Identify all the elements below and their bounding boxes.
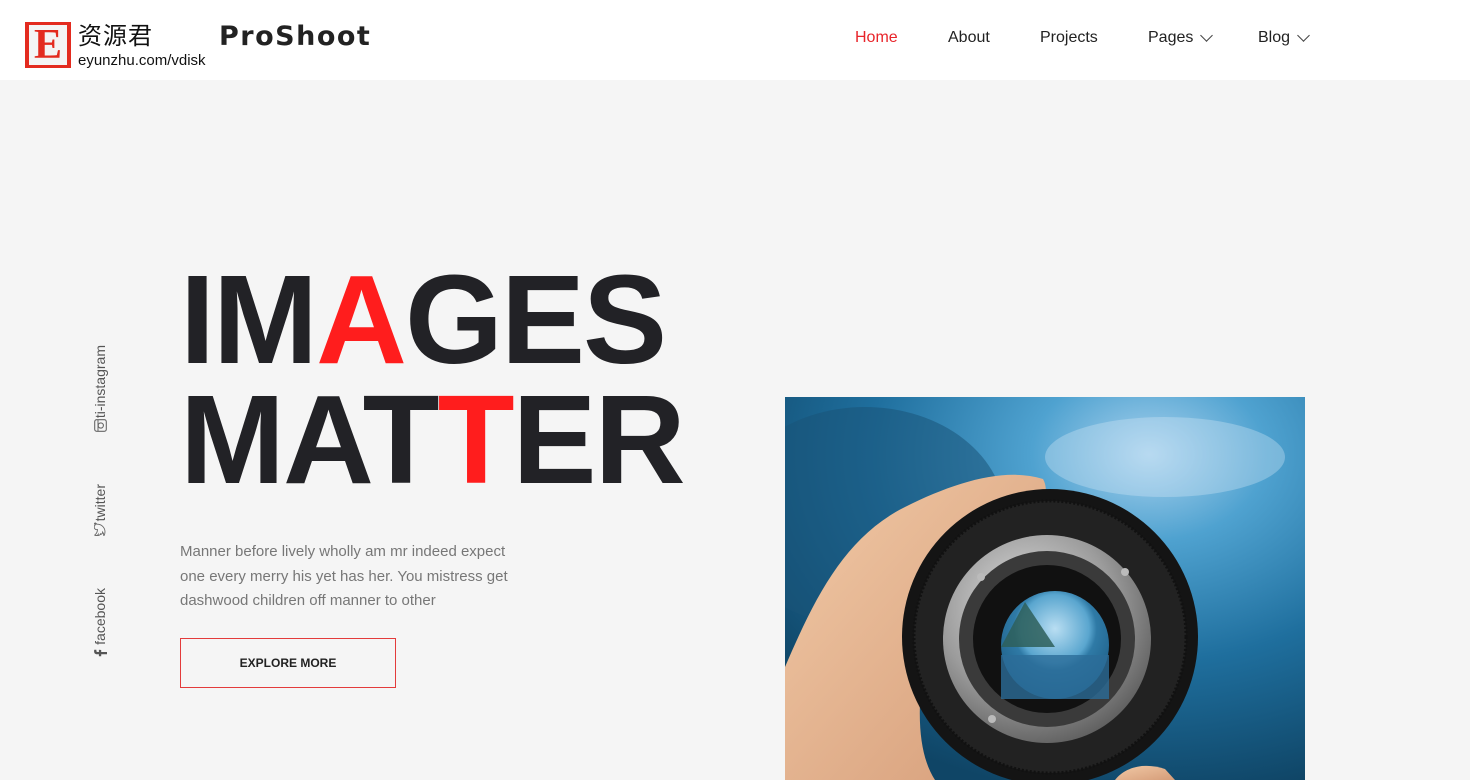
logo-letter: E	[29, 24, 67, 66]
chevron-down-icon	[1297, 28, 1310, 42]
nav-home[interactable]: Home	[855, 27, 898, 49]
hero-description: Manner before lively wholly am mr indeed…	[180, 543, 508, 609]
headline-accent-letter: T	[437, 369, 515, 510]
headline-line-2: MATTER	[180, 377, 686, 503]
nav-home-label: Home	[855, 29, 898, 46]
nav-pages[interactable]: Pages	[1148, 27, 1214, 49]
logo-chinese-text: 资源君	[78, 22, 153, 50]
chevron-down-icon	[1200, 28, 1214, 42]
social-instagram-label: ti-instagram	[92, 345, 108, 419]
social-facebook[interactable]: facebook	[88, 588, 112, 667]
social-facebook-label: facebook	[92, 588, 108, 645]
social-instagram[interactable]: ti-instagram	[88, 345, 112, 440]
nav-projects-label: Projects	[1040, 29, 1098, 46]
nav-pages-label: Pages	[1148, 29, 1194, 46]
nav-projects[interactable]: Projects	[1040, 27, 1098, 49]
headline-text: MAT	[180, 369, 440, 510]
nav-blog[interactable]: Blog	[1258, 27, 1310, 49]
lens-illustration	[785, 397, 1305, 780]
headline-line-1: IMAGES	[180, 257, 667, 383]
brand-name[interactable]: ProShoot	[219, 20, 371, 54]
nav-about-label: About	[948, 29, 990, 46]
site-header: E 资源君 eyunzhu.com/vdisk ProShoot Home Ab…	[0, 0, 1470, 80]
social-twitter-label: twitter	[92, 484, 108, 522]
logo-url-text: eyunzhu.com/vdisk	[78, 52, 206, 69]
logo-mark[interactable]: E	[25, 22, 71, 68]
explore-more-button[interactable]: EXPLORE MORE	[180, 638, 396, 688]
hero-image	[785, 397, 1305, 780]
nav-blog-label: Blog	[1258, 29, 1291, 46]
social-twitter[interactable]: twitter	[88, 484, 112, 543]
headline-text: ER	[512, 369, 686, 510]
nav-about[interactable]: About	[948, 27, 990, 49]
